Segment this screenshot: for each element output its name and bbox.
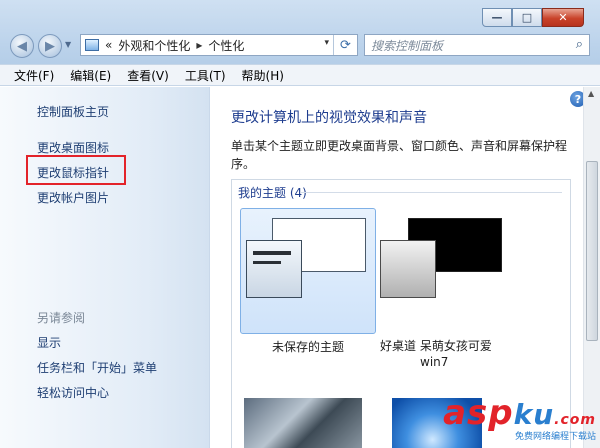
menu-file[interactable]: 文件(F) [14,67,54,84]
see-also-display[interactable]: 显示 [37,334,61,351]
watermark-ku: ku [513,398,555,431]
preview-bar [253,251,291,255]
window-chrome: — □ ✕ ◀ ▶ ▼ « 外观和个性化 ▸ 个性化 ▾ ⟳ 搜索控制面板 ⌕ … [0,0,600,86]
highlight-box [26,155,126,185]
refresh-icon[interactable]: ⟳ [333,35,357,55]
window-controls: — □ ✕ [482,8,584,27]
site-watermark: aspku.com 免费网络编程下载站 [443,393,596,442]
breadcrumb-personalization[interactable]: 个性化 [208,37,244,54]
menu-help[interactable]: 帮助(H) [242,67,284,84]
sidebar-change-desktop-icons[interactable]: 更改桌面图标 [37,139,109,156]
theme-cute-girl-label[interactable]: 好桌道 呆萌女孩可爱 win7 [380,338,520,370]
sidebar-change-account-picture[interactable]: 更改帐户图片 [37,189,109,206]
menu-bar: 文件(F) 编辑(E) 查看(V) 工具(T) 帮助(H) [0,64,600,86]
back-arrow-icon: ◀ [17,38,27,54]
minimize-button[interactable]: — [482,8,512,27]
theme-cute-girl-label-line1: 好桌道 呆萌女孩可爱 [380,339,492,353]
theme-photo-preview[interactable] [244,398,362,448]
preview-bar [253,261,281,264]
group-divider [300,192,562,193]
search-input[interactable]: 搜索控制面板 ⌕ [364,34,590,56]
back-button[interactable]: ◀ [10,34,34,58]
forward-arrow-icon: ▶ [45,38,55,54]
forward-button[interactable]: ▶ [38,34,62,58]
recent-pages-dropdown-icon[interactable]: ▼ [65,40,71,49]
search-icon[interactable]: ⌕ [576,37,583,52]
menu-tools[interactable]: 工具(T) [185,67,226,84]
sidebar: 控制面板主页 更改桌面图标 更改鼠标指针 更改帐户图片 另请参阅 显示 任务栏和… [0,87,210,448]
watermark-com: .com [554,412,596,428]
close-button[interactable]: ✕ [542,8,584,27]
address-overflow-icon[interactable]: « [105,38,112,52]
theme-unsaved-window-preview[interactable] [246,240,302,298]
my-themes-heading: 我的主题 (4) [238,186,307,200]
scroll-thumb[interactable] [586,161,598,341]
watermark-logo: aspku.com [443,393,596,433]
breadcrumb-chevron-icon[interactable]: ▸ [196,38,202,52]
menu-view[interactable]: 查看(V) [127,67,169,84]
theme-cute-girl-window-preview[interactable] [380,240,436,298]
see-also-ease-of-access[interactable]: 轻松访问中心 [37,384,109,401]
address-dropdown-icon[interactable]: ▾ [324,38,329,48]
control-panel-icon [85,39,99,51]
page-description: 单击某个主题立即更改桌面背景、窗口颜色、声音和屏幕保护程序。 [231,139,568,171]
maximize-button[interactable]: □ [512,8,542,27]
scroll-up-icon[interactable]: ▲ [588,89,594,98]
sidebar-home-link[interactable]: 控制面板主页 [37,103,109,120]
menu-edit[interactable]: 编辑(E) [70,67,111,84]
theme-unsaved-label[interactable]: 未保存的主题 [240,338,376,355]
search-placeholder: 搜索控制面板 [371,38,444,53]
see-also-heading: 另请参阅 [37,311,86,325]
theme-cute-girl-label-line2: win7 [420,355,449,369]
watermark-asp: asp [443,393,514,433]
see-also-taskbar[interactable]: 任务栏和「开始」菜单 [37,359,157,376]
breadcrumb-appearance[interactable]: 外观和个性化 [118,37,190,54]
address-bar[interactable]: « 外观和个性化 ▸ 个性化 ▾ ⟳ [80,34,358,56]
page-title: 更改计算机上的视觉效果和声音 [231,110,427,126]
